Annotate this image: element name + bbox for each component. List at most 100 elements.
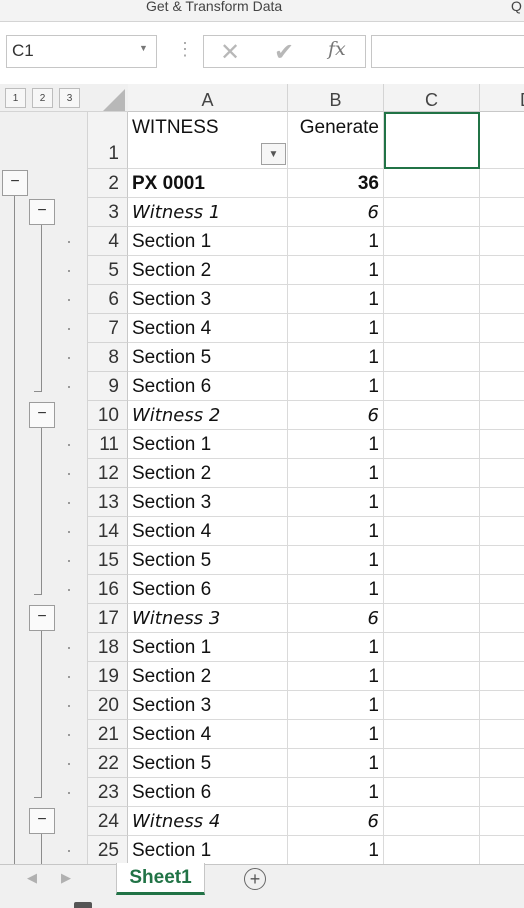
cell-b[interactable]: 1 bbox=[288, 691, 384, 720]
cell-b[interactable]: 6 bbox=[288, 198, 384, 227]
row-header[interactable]: 14 bbox=[88, 517, 128, 546]
cell-c[interactable] bbox=[384, 285, 480, 314]
cell-b[interactable]: 1 bbox=[288, 256, 384, 285]
row-header[interactable]: 23 bbox=[88, 778, 128, 807]
outline-collapse-button[interactable]: − bbox=[29, 199, 55, 225]
cell-c[interactable] bbox=[384, 401, 480, 430]
cell-b[interactable]: 1 bbox=[288, 372, 384, 401]
cell-d[interactable] bbox=[480, 401, 524, 430]
cell-b[interactable]: 1 bbox=[288, 517, 384, 546]
column-header-c[interactable]: C bbox=[384, 84, 480, 112]
cell-b[interactable]: 1 bbox=[288, 749, 384, 778]
row-header[interactable]: 21 bbox=[88, 720, 128, 749]
filter-dropdown-icon[interactable]: ▼ bbox=[261, 143, 286, 165]
cell-a[interactable]: Section 5 bbox=[128, 749, 288, 778]
cell-a[interactable]: Section 4 bbox=[128, 720, 288, 749]
row-header[interactable]: 3 bbox=[88, 198, 128, 227]
cell-c[interactable] bbox=[384, 604, 480, 633]
cell-b[interactable]: 6 bbox=[288, 604, 384, 633]
cell-a[interactable]: Section 2 bbox=[128, 459, 288, 488]
row-header[interactable]: 8 bbox=[88, 343, 128, 372]
cell-b[interactable]: 1 bbox=[288, 430, 384, 459]
cell-c[interactable] bbox=[384, 778, 480, 807]
cell-d[interactable] bbox=[480, 169, 524, 198]
enter-icon[interactable]: ✔ bbox=[274, 38, 294, 67]
cell-c[interactable] bbox=[384, 227, 480, 256]
cell-c[interactable] bbox=[384, 256, 480, 285]
row-header[interactable]: 4 bbox=[88, 227, 128, 256]
row-header-1[interactable]: 1 bbox=[88, 112, 128, 169]
cell-b[interactable]: 1 bbox=[288, 343, 384, 372]
name-box-dropdown-icon[interactable]: ▼ bbox=[139, 43, 148, 53]
outline-level-1-button[interactable]: 1 bbox=[5, 88, 26, 108]
row-header[interactable]: 15 bbox=[88, 546, 128, 575]
formula-input[interactable] bbox=[371, 35, 524, 68]
cell-d[interactable] bbox=[480, 314, 524, 343]
row-header[interactable]: 19 bbox=[88, 662, 128, 691]
cell-c[interactable] bbox=[384, 169, 480, 198]
outline-collapse-button[interactable]: − bbox=[29, 402, 55, 428]
cell-a[interactable]: Witness 4 bbox=[128, 807, 288, 836]
cell-b[interactable]: 1 bbox=[288, 546, 384, 575]
formula-bar-grip-icon[interactable]: ⋮ bbox=[176, 40, 194, 58]
cell-c[interactable] bbox=[384, 691, 480, 720]
row-header[interactable]: 22 bbox=[88, 749, 128, 778]
cell-d[interactable] bbox=[480, 285, 524, 314]
cell-c[interactable] bbox=[384, 314, 480, 343]
insert-function-icon[interactable]: fx bbox=[328, 38, 346, 60]
row-header[interactable]: 17 bbox=[88, 604, 128, 633]
cell-b[interactable]: 36 bbox=[288, 169, 384, 198]
cell-b[interactable]: 1 bbox=[288, 633, 384, 662]
cell-c[interactable] bbox=[384, 807, 480, 836]
column-header-d[interactable]: D bbox=[480, 84, 524, 112]
cell-a[interactable]: Witness 3 bbox=[128, 604, 288, 633]
row-header[interactable]: 13 bbox=[88, 488, 128, 517]
cell-a[interactable]: Section 1 bbox=[128, 836, 288, 865]
cell-b[interactable]: 1 bbox=[288, 662, 384, 691]
row-header[interactable]: 20 bbox=[88, 691, 128, 720]
cell-a[interactable]: Section 1 bbox=[128, 227, 288, 256]
select-all-icon[interactable] bbox=[103, 89, 125, 111]
cell-b[interactable]: 1 bbox=[288, 227, 384, 256]
cell-b[interactable]: 1 bbox=[288, 488, 384, 517]
cell-a[interactable]: Section 5 bbox=[128, 343, 288, 372]
cell-a[interactable]: Section 3 bbox=[128, 488, 288, 517]
cell-a[interactable]: Section 1 bbox=[128, 633, 288, 662]
cancel-icon[interactable]: ✕ bbox=[220, 38, 240, 67]
row-header[interactable]: 2 bbox=[88, 169, 128, 198]
row-header[interactable]: 10 bbox=[88, 401, 128, 430]
cell-c[interactable] bbox=[384, 488, 480, 517]
cell-d[interactable] bbox=[480, 517, 524, 546]
cell-d[interactable] bbox=[480, 662, 524, 691]
cell-a[interactable]: Witness 2 bbox=[128, 401, 288, 430]
scroll-right-icon[interactable]: ▶ bbox=[61, 870, 71, 886]
cell-a[interactable]: Section 4 bbox=[128, 517, 288, 546]
row-header[interactable]: 11 bbox=[88, 430, 128, 459]
row-header[interactable]: 5 bbox=[88, 256, 128, 285]
outline-collapse-button[interactable]: − bbox=[29, 605, 55, 631]
cell-c[interactable] bbox=[384, 517, 480, 546]
row-header[interactable]: 6 bbox=[88, 285, 128, 314]
cell-a[interactable]: Section 3 bbox=[128, 285, 288, 314]
cell-c[interactable] bbox=[384, 720, 480, 749]
sheet-tab-sheet1[interactable]: Sheet1 bbox=[116, 863, 205, 895]
cell-a[interactable]: Section 2 bbox=[128, 662, 288, 691]
cell-b[interactable]: 1 bbox=[288, 314, 384, 343]
cell-d[interactable] bbox=[480, 720, 524, 749]
outline-collapse-button[interactable]: − bbox=[2, 170, 28, 196]
row-header[interactable]: 9 bbox=[88, 372, 128, 401]
add-sheet-icon[interactable]: + bbox=[244, 868, 266, 890]
cell-c[interactable] bbox=[384, 459, 480, 488]
outline-level-3-button[interactable]: 3 bbox=[59, 88, 80, 108]
cell-a[interactable]: PX 0001 bbox=[128, 169, 288, 198]
cell-d[interactable] bbox=[480, 343, 524, 372]
row-header[interactable]: 7 bbox=[88, 314, 128, 343]
cell-b[interactable]: 1 bbox=[288, 575, 384, 604]
header-cell-generate[interactable]: Generate bbox=[288, 112, 384, 169]
selected-cell-c1[interactable] bbox=[384, 112, 480, 169]
row-header[interactable]: 24 bbox=[88, 807, 128, 836]
cell-b[interactable]: 6 bbox=[288, 807, 384, 836]
cell-b[interactable]: 1 bbox=[288, 459, 384, 488]
column-header-b[interactable]: B bbox=[288, 84, 384, 112]
cell-c[interactable] bbox=[384, 343, 480, 372]
